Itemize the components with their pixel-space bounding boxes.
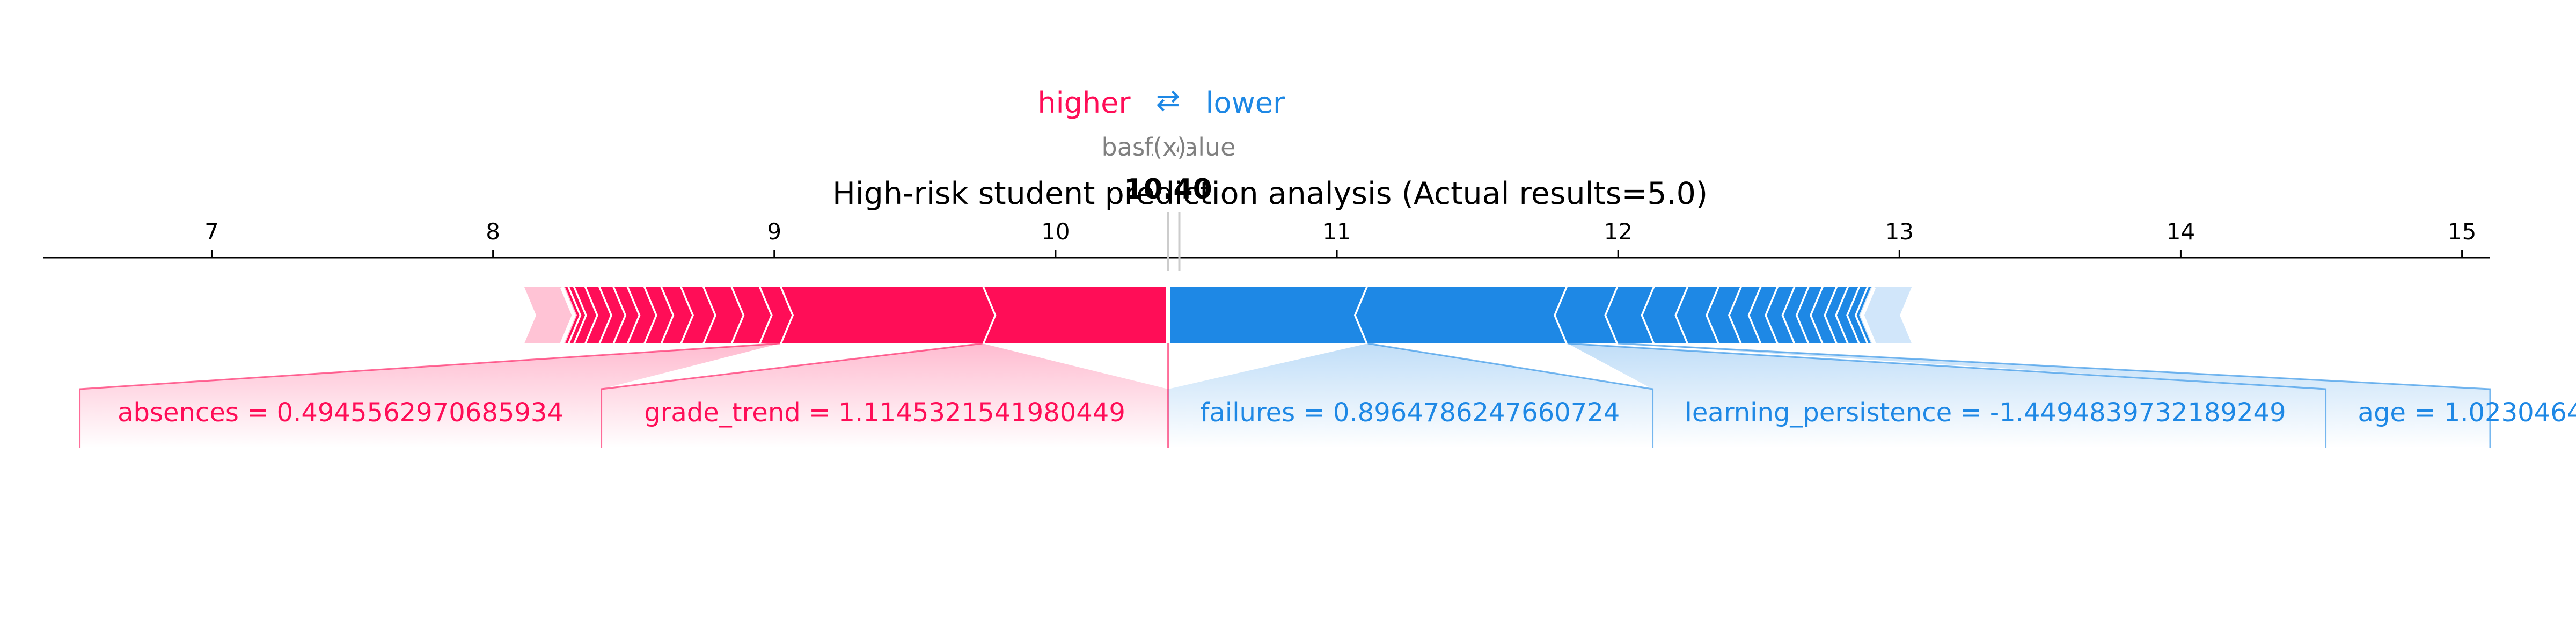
x-tick-label: 13 <box>1885 218 1914 245</box>
negative-label-fill <box>1168 343 1653 448</box>
positive-feature-segment <box>982 287 1168 343</box>
fx-label: f(x) <box>1144 133 1187 162</box>
positive-feature-label: absences = 0.4945562970685934 <box>118 398 564 428</box>
legend-arrow-icon: ⇄ <box>1156 83 1180 117</box>
negative-feature-segment <box>1168 287 1368 343</box>
negative-feature-segment <box>1356 287 1568 343</box>
legend-lower: lower <box>1206 86 1285 120</box>
x-tick-label: 12 <box>1604 218 1632 245</box>
x-tick-label: 11 <box>1322 218 1351 245</box>
x-tick-label: 14 <box>2167 218 2195 245</box>
positive-feature-label: grade_trend = 1.1145321541980449 <box>644 398 1125 428</box>
x-tick-label: 8 <box>486 218 500 245</box>
negative-feature-label: age = 1.0230464544611126 <box>2358 398 2576 428</box>
negative-label-fill <box>1567 343 2326 448</box>
negative-feature-label: learning_persistence = -1.44948397321892… <box>1685 398 2286 428</box>
x-tick-label: 15 <box>2448 218 2476 245</box>
x-tick-label: 10 <box>1041 218 1070 245</box>
legend-higher: higher <box>1037 86 1131 120</box>
chart-title: High-risk student prediction analysis (A… <box>832 176 1708 211</box>
x-tick-label: 7 <box>204 218 219 245</box>
positive-feature-segment <box>780 287 994 343</box>
force-plot: grade_trend = 1.1145321541980449 absences… <box>43 83 2576 448</box>
negative-feature-label: failures = 0.8964786247660724 <box>1201 398 1620 428</box>
x-tick-label: 9 <box>767 218 781 245</box>
